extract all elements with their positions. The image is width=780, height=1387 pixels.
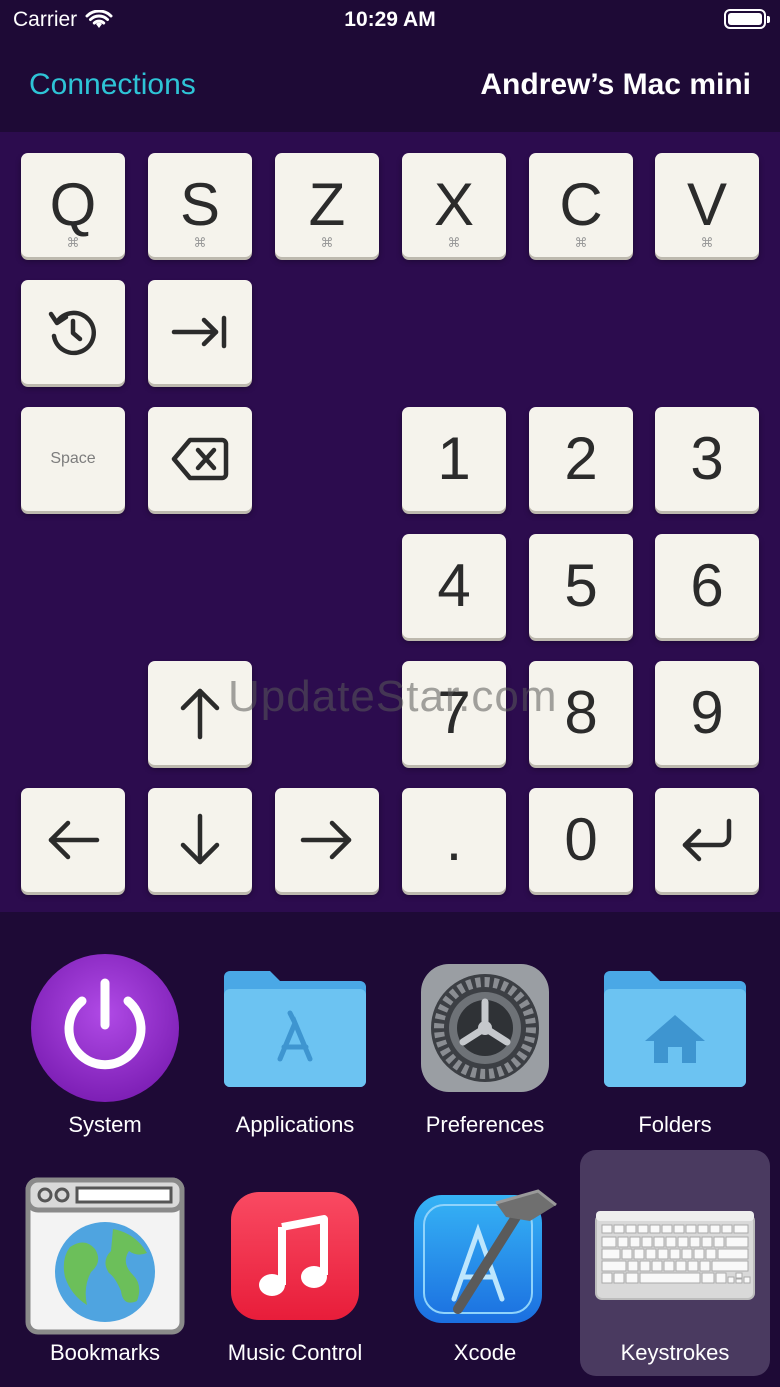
digit-1-key[interactable]: 1 bbox=[402, 407, 506, 511]
command-modifier-icon: ⌘ bbox=[66, 235, 80, 250]
space-label: Space bbox=[50, 450, 96, 467]
launcher-grid: System Applications Preferences Folders … bbox=[0, 912, 780, 1387]
cmd-s-key[interactable]: S ⌘ bbox=[148, 153, 252, 257]
cmd-z-key[interactable]: Z ⌘ bbox=[275, 153, 379, 257]
arrow-up-key[interactable] bbox=[148, 661, 252, 765]
arrow-right-key[interactable] bbox=[275, 788, 379, 892]
key-label: 5 bbox=[564, 552, 598, 619]
key-label: 9 bbox=[690, 679, 724, 746]
key-label: Z bbox=[308, 171, 346, 238]
space-key[interactable]: Space bbox=[21, 407, 125, 511]
applications-tile[interactable]: Applications bbox=[200, 922, 390, 1148]
bookmarks-tile[interactable]: Bookmarks bbox=[10, 1150, 200, 1376]
backspace-key[interactable] bbox=[148, 407, 252, 511]
home-folder-icon bbox=[604, 970, 746, 1087]
command-modifier-icon: ⌘ bbox=[574, 235, 588, 250]
keypad: Q ⌘ S ⌘ Z ⌘ X ⌘ C ⌘ V ⌘ Space 1 2 3 4 5 … bbox=[0, 132, 780, 912]
page-title: Andrew’s Mac mini bbox=[480, 68, 751, 101]
key-label: 6 bbox=[690, 552, 724, 619]
digit-8-key[interactable]: 8 bbox=[529, 661, 633, 765]
cmd-x-key[interactable]: X ⌘ bbox=[402, 153, 506, 257]
digit-9-key[interactable]: 9 bbox=[655, 661, 759, 765]
arrow-right-icon bbox=[300, 820, 352, 860]
command-modifier-icon: ⌘ bbox=[193, 235, 207, 250]
key-label: V bbox=[686, 171, 728, 238]
tile-label: Preferences bbox=[425, 1112, 545, 1137]
digit-4-key[interactable]: 4 bbox=[402, 534, 506, 638]
key-label: . bbox=[445, 806, 463, 873]
xcode-icon bbox=[414, 1188, 557, 1323]
return-key[interactable] bbox=[655, 788, 759, 892]
arrow-left-icon bbox=[48, 820, 100, 860]
cmd-q-key[interactable]: Q ⌘ bbox=[21, 153, 125, 257]
key-label: S bbox=[179, 171, 221, 238]
battery-icon bbox=[724, 9, 770, 29]
return-icon bbox=[682, 818, 732, 862]
key-label: 2 bbox=[564, 425, 598, 492]
tile-label: Bookmarks bbox=[49, 1340, 161, 1365]
tile-label: Music Control bbox=[227, 1340, 363, 1365]
status-bar: Carrier 10:29 AM bbox=[0, 0, 780, 44]
cmd-c-key[interactable]: C ⌘ bbox=[529, 153, 633, 257]
key-label: 8 bbox=[564, 679, 598, 746]
power-icon bbox=[31, 953, 179, 1102]
browser-globe-icon bbox=[25, 1177, 185, 1334]
key-label: 7 bbox=[437, 679, 471, 746]
status-time: 10:29 AM bbox=[344, 8, 436, 31]
arrow-down-icon bbox=[180, 813, 220, 865]
preferences-gear-icon bbox=[421, 963, 549, 1092]
command-modifier-icon: ⌘ bbox=[320, 235, 334, 250]
period-key[interactable]: . bbox=[402, 788, 506, 892]
tile-label: System bbox=[68, 1112, 142, 1137]
digit-7-key[interactable]: 7 bbox=[402, 661, 506, 765]
tile-label: Applications bbox=[235, 1112, 355, 1137]
backspace-icon bbox=[171, 437, 229, 481]
refresh-icon bbox=[48, 310, 96, 356]
refresh-key[interactable] bbox=[21, 280, 125, 384]
command-modifier-icon: ⌘ bbox=[447, 235, 461, 250]
tab-key[interactable] bbox=[148, 280, 252, 384]
music-icon bbox=[231, 1191, 359, 1320]
tile-label: Keystrokes bbox=[620, 1340, 730, 1365]
tile-label: Folders bbox=[638, 1112, 712, 1137]
tile-label: Xcode bbox=[453, 1340, 517, 1365]
keyboard-icon bbox=[595, 1210, 755, 1300]
system-tile[interactable]: System bbox=[10, 922, 200, 1148]
arrow-left-key[interactable] bbox=[21, 788, 125, 892]
keystrokes-tile[interactable]: Keystrokes bbox=[580, 1150, 770, 1376]
key-label: X bbox=[433, 171, 475, 238]
command-modifier-icon: ⌘ bbox=[700, 235, 714, 250]
cmd-v-key[interactable]: V ⌘ bbox=[655, 153, 759, 257]
folders-tile[interactable]: Folders bbox=[580, 922, 770, 1148]
digit-2-key[interactable]: 2 bbox=[529, 407, 633, 511]
applications-folder-icon bbox=[224, 970, 366, 1087]
arrow-down-key[interactable] bbox=[148, 788, 252, 892]
connections-back-button[interactable]: Connections bbox=[29, 68, 196, 102]
digit-0-key[interactable]: 0 bbox=[529, 788, 633, 892]
digit-6-key[interactable]: 6 bbox=[655, 534, 759, 638]
digit-3-key[interactable]: 3 bbox=[655, 407, 759, 511]
key-label: 4 bbox=[437, 552, 471, 619]
key-label: 0 bbox=[564, 806, 598, 873]
key-label: 3 bbox=[690, 425, 724, 492]
music-control-tile[interactable]: Music Control bbox=[200, 1150, 390, 1376]
key-label: 1 bbox=[437, 425, 471, 492]
preferences-tile[interactable]: Preferences bbox=[390, 922, 580, 1148]
key-label: Q bbox=[49, 171, 97, 238]
arrow-up-icon bbox=[180, 688, 220, 740]
tab-icon bbox=[171, 315, 227, 349]
key-label: C bbox=[559, 171, 603, 238]
navigation-bar: Connections Andrew’s Mac mini bbox=[0, 44, 780, 132]
digit-5-key[interactable]: 5 bbox=[529, 534, 633, 638]
xcode-tile[interactable]: Xcode bbox=[390, 1150, 580, 1376]
